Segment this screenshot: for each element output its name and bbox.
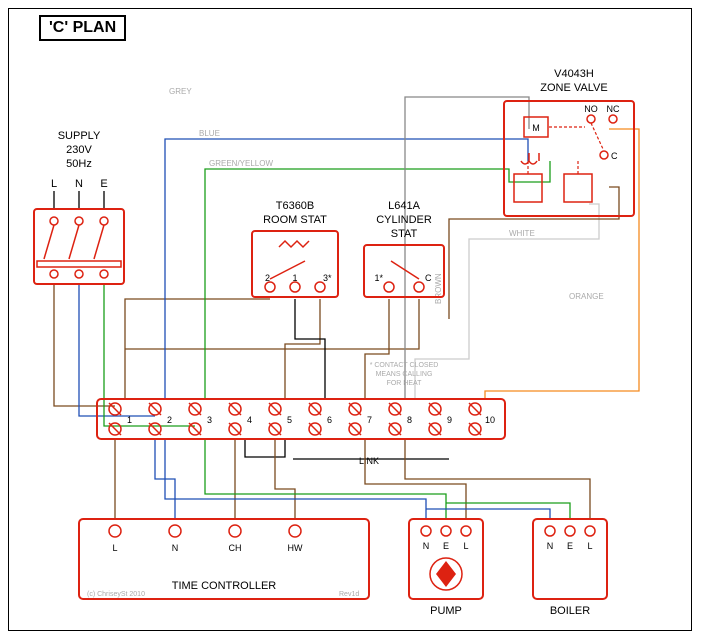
pump: N E L PUMP <box>409 519 483 617</box>
zv-c: C <box>611 151 618 161</box>
credits-copy: (c) ChriseySt 2010 <box>87 591 145 598</box>
supply-freq: 50Hz <box>66 158 92 170</box>
zv-no: NO <box>584 104 598 114</box>
room-stat-model: T6360B <box>276 200 315 212</box>
boiler-n: N <box>547 541 554 551</box>
jb-10: 10 <box>485 415 495 425</box>
jb-8: 8 <box>407 415 412 425</box>
jb-6: 6 <box>327 415 332 425</box>
zv-name: ZONE VALVE <box>540 82 607 94</box>
jb-5: 5 <box>287 415 292 425</box>
zone-valve: V4043H ZONE VALVE M NO NC C <box>504 68 634 216</box>
zv-nc: NC <box>607 104 620 114</box>
supply-n: N <box>75 178 83 190</box>
room-stat: T6360B ROOM STAT 2 1 3* <box>252 200 338 297</box>
room-stat-t3: 3* <box>323 273 332 283</box>
wire-label-brown: BROWN <box>434 273 443 304</box>
cyl-note2: MEANS CALLING <box>376 371 433 378</box>
tc-hw: HW <box>288 543 303 553</box>
cyl-note3: FOR HEAT <box>387 380 423 387</box>
jb-1: 1 <box>127 415 132 425</box>
pump-e: E <box>443 541 449 551</box>
boiler: N E L BOILER <box>533 519 607 617</box>
time-controller: L N CH HW TIME CONTROLLER (c) ChriseySt … <box>79 519 369 599</box>
boiler-l: L <box>587 541 592 551</box>
cyl-stat-name2: STAT <box>391 228 418 240</box>
cyl-stat-tc: C <box>425 273 432 283</box>
room-stat-name: ROOM STAT <box>263 214 327 226</box>
wire-label-blue: BLUE <box>199 129 220 138</box>
junction-strip: 1 2 3 4 5 6 7 8 9 10 <box>97 399 505 439</box>
boiler-e: E <box>567 541 573 551</box>
pump-n: N <box>423 541 430 551</box>
wiring-diagram: GREY BLUE GREEN/YELLOW BROWN WHITE ORANG… <box>9 9 691 630</box>
room-stat-t2: 2 <box>265 273 270 283</box>
diagram-frame: 'C' PLAN GREY BLUE GREEN/YELLOW BROWN WH… <box>8 8 692 631</box>
zv-m: M <box>532 123 540 133</box>
wire-label-white: WHITE <box>509 229 535 238</box>
tc-ch: CH <box>229 543 242 553</box>
jb-2: 2 <box>167 415 172 425</box>
supply-l: L <box>51 178 57 190</box>
supply-e: E <box>100 178 107 190</box>
jb-3: 3 <box>207 415 212 425</box>
pump-name: PUMP <box>430 605 462 617</box>
tc-n: N <box>172 543 179 553</box>
supply-label: SUPPLY <box>58 130 101 142</box>
zv-model: V4043H <box>554 68 594 80</box>
jb-9: 9 <box>447 415 452 425</box>
jb-7: 7 <box>367 415 372 425</box>
supply-block: SUPPLY 230V 50Hz L N E <box>34 130 124 284</box>
wire-label-orange: ORANGE <box>569 292 604 301</box>
supply-voltage: 230V <box>66 144 92 156</box>
cyl-note1: * CONTACT CLOSED <box>370 362 439 369</box>
jb-4: 4 <box>247 415 252 425</box>
boiler-name: BOILER <box>550 605 590 617</box>
room-stat-t1: 1 <box>292 273 297 283</box>
tc-name: TIME CONTROLLER <box>172 580 277 592</box>
diagram-title: 'C' PLAN <box>39 15 126 41</box>
cyl-stat-name: CYLINDER <box>376 214 432 226</box>
credits-rev: Rev1d <box>339 591 359 598</box>
wire-label-grey: GREY <box>169 87 192 96</box>
link-label: LINK <box>359 456 379 466</box>
cyl-stat-t1: 1* <box>374 273 383 283</box>
wire-label-greenyellow: GREEN/YELLOW <box>209 159 273 168</box>
tc-l: L <box>112 543 117 553</box>
pump-l: L <box>463 541 468 551</box>
cyl-stat-model: L641A <box>388 200 420 212</box>
